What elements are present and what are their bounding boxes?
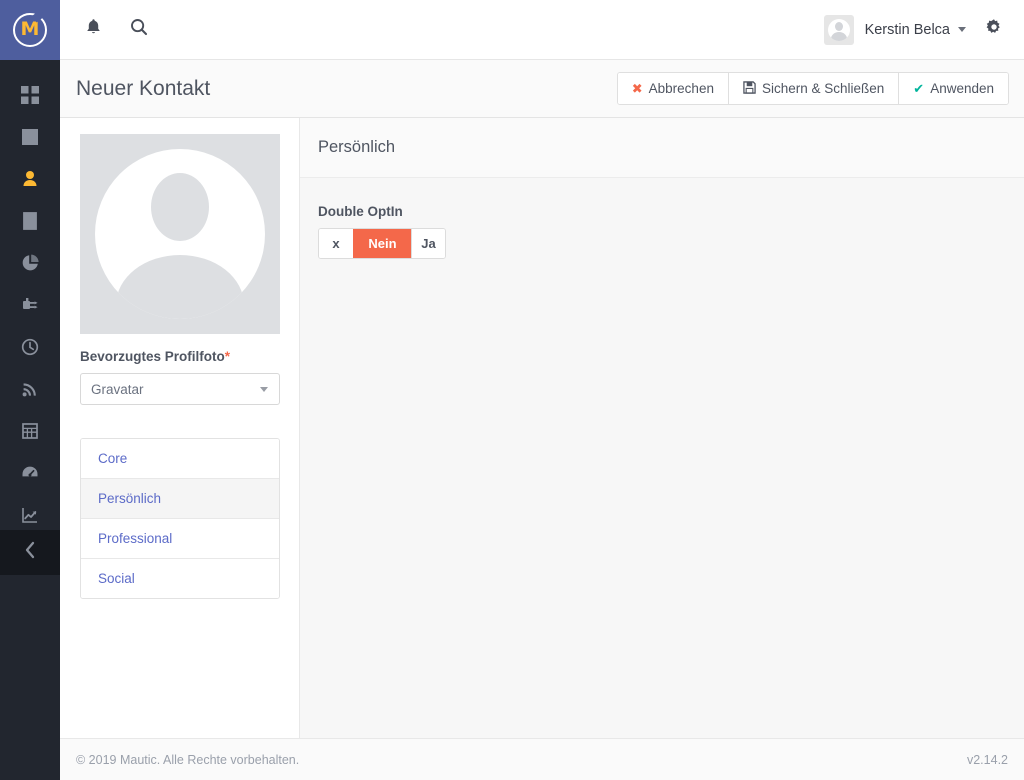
preferred-profile-photo-select[interactable]: Gravatar — [80, 373, 280, 405]
page-footer: © 2019 Mautic. Alle Rechte vorbehalten. … — [60, 738, 1024, 780]
panel-body: Double OptIn x Nein Ja — [300, 178, 1024, 259]
copyright-text: © 2019 Mautic. Alle Rechte vorbehalten. — [76, 752, 300, 767]
sidebar-item-reports[interactable] — [0, 242, 60, 284]
save-and-close-button-label: Sichern & Schließen — [761, 81, 885, 96]
cancel-button-label: Abbrechen — [648, 81, 714, 96]
content-area: Bevorzugtes Profilfoto* Gravatar Core Pe… — [60, 118, 1024, 738]
sidebar-item-dashboard[interactable] — [0, 74, 60, 116]
sidebar-item-contacts[interactable] — [0, 158, 60, 200]
chevron-down-icon — [958, 27, 966, 32]
double-optin-option-clear-label: x — [332, 236, 340, 251]
dashboard-grid-icon — [21, 86, 39, 104]
user-menu-button[interactable]: Kerstin Belca — [816, 11, 974, 49]
panel-header: Persönlich — [300, 118, 1024, 178]
sidebar-item-stages[interactable] — [0, 368, 60, 410]
notifications-button[interactable] — [70, 0, 116, 60]
contact-field-group-tabs: Core Persönlich Professional Social — [80, 438, 280, 599]
double-optin-option-nein[interactable]: Nein — [353, 229, 411, 258]
panel-title: Persönlich — [318, 138, 396, 156]
page-actions-toolbar: ✖ Abbrechen Sichern & Schließen ✔ Anwend… — [616, 72, 1009, 105]
save-floppy-icon — [743, 81, 756, 96]
tab-professional-label: Professional — [98, 531, 173, 546]
sidebar-menu — [0, 60, 60, 536]
user-avatar-icon — [823, 14, 854, 45]
preferred-profile-photo-label-text: Bevorzugtes Profilfoto — [80, 349, 225, 364]
double-optin-option-clear[interactable]: x — [319, 229, 353, 258]
pie-chart-icon — [21, 254, 39, 272]
search-icon — [130, 18, 148, 41]
times-icon: ✖ — [631, 81, 643, 96]
sidebar-item-monitoring[interactable] — [0, 452, 60, 494]
double-optin-label: Double OptIn — [318, 204, 403, 219]
user-name-label: Kerstin Belca — [864, 21, 950, 38]
left-navigation-sidebar: M — [0, 0, 60, 780]
tab-persoenlich[interactable]: Persönlich — [81, 479, 279, 519]
settings-button[interactable] — [974, 0, 1014, 60]
gauge-icon — [21, 464, 39, 482]
sidebar-item-forms[interactable] — [0, 410, 60, 452]
cancel-button[interactable]: ✖ Abbrechen — [617, 73, 728, 104]
version-text: v2.14.2 — [966, 752, 1008, 767]
sidebar-item-campaigns[interactable] — [0, 284, 60, 326]
preferred-profile-photo-value: Gravatar — [91, 381, 144, 397]
double-optin-option-nein-label: Nein — [368, 236, 397, 251]
sidebar-item-calendar[interactable] — [0, 116, 60, 158]
table-grid-icon — [21, 422, 39, 440]
sidebar-item-points[interactable] — [0, 326, 60, 368]
mautic-logo[interactable]: M — [0, 0, 60, 60]
contact-left-panel: Bevorzugtes Profilfoto* Gravatar Core Pe… — [60, 118, 300, 738]
top-navigation-bar: Kerstin Belca — [60, 0, 1024, 60]
tab-core[interactable]: Core — [81, 439, 279, 479]
tab-professional[interactable]: Professional — [81, 519, 279, 559]
clock-icon — [21, 338, 39, 356]
double-optin-option-ja[interactable]: Ja — [411, 229, 445, 258]
mautic-logo-icon: M — [13, 13, 47, 47]
calendar-icon — [21, 128, 39, 146]
apply-button-label: Anwenden — [930, 81, 994, 96]
tab-core-label: Core — [98, 451, 128, 466]
contacts-person-icon — [21, 170, 39, 188]
tab-persoenlich-label: Persönlich — [98, 491, 162, 506]
check-icon: ✔ — [913, 81, 925, 96]
page-title: Neuer Kontakt — [76, 76, 211, 100]
apply-button[interactable]: ✔ Anwenden — [898, 73, 1008, 104]
chevron-left-icon — [24, 541, 36, 564]
sidebar-collapse-button[interactable] — [0, 530, 60, 575]
bell-icon — [85, 18, 102, 41]
chevron-down-icon — [260, 387, 268, 392]
required-marker: * — [224, 349, 231, 364]
campaign-plug-icon — [21, 296, 39, 314]
page-header: Neuer Kontakt ✖ Abbrechen Sichern & Schl… — [60, 60, 1024, 118]
preferred-profile-photo-label: Bevorzugtes Profilfoto* — [80, 349, 279, 364]
rss-feed-icon — [21, 380, 39, 398]
application-window: M Kerstin Belca Neuer Kontakt ✖ Abbreche… — [0, 0, 1024, 780]
double-optin-toggle-group: x Nein Ja — [318, 228, 446, 259]
company-building-icon — [21, 212, 39, 230]
gear-icon — [985, 18, 1003, 41]
search-button[interactable] — [116, 0, 162, 60]
sidebar-item-companies[interactable] — [0, 200, 60, 242]
contact-form-panel: Persönlich Double OptIn x Nein Ja — [300, 118, 1024, 738]
save-and-close-button[interactable]: Sichern & Schließen — [727, 73, 899, 104]
double-optin-option-ja-label: Ja — [421, 236, 436, 251]
tab-social[interactable]: Social — [81, 559, 279, 598]
contact-photo-placeholder-icon[interactable] — [80, 134, 280, 334]
user-area: Kerstin Belca — [816, 0, 1024, 60]
logo-letter: M — [20, 18, 40, 40]
line-chart-icon — [21, 506, 39, 524]
tab-social-label: Social — [98, 571, 135, 586]
